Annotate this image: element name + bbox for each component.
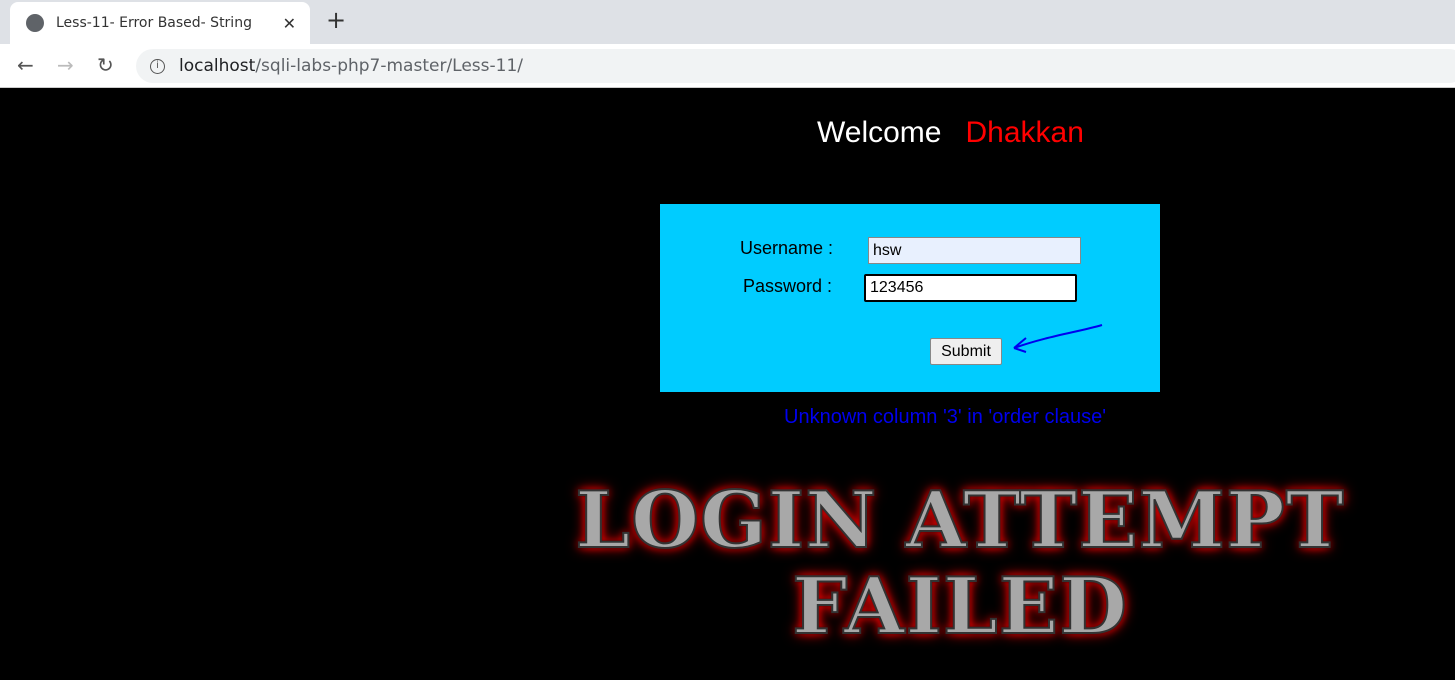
username-input[interactable] xyxy=(868,237,1081,264)
banner-line-2: FAILED xyxy=(791,561,1128,652)
forward-icon[interactable]: → xyxy=(57,53,74,77)
banner-line-1: LOGIN ATTEMPT xyxy=(574,475,1345,566)
tab-title: Less-11- Error Based- String xyxy=(56,15,252,31)
globe-icon xyxy=(26,14,44,32)
reload-icon[interactable]: ↻ xyxy=(97,53,114,77)
browser-tab[interactable]: Less-11- Error Based- String ✕ xyxy=(10,2,310,44)
submit-button[interactable]: Submit xyxy=(930,338,1002,365)
login-form: Username : Password : Submit xyxy=(660,204,1160,392)
browser-toolbar: ← → ↻ i localhost/sqli-labs-php7-master/… xyxy=(0,44,1455,88)
annotation-arrow-icon xyxy=(1013,324,1103,353)
welcome-text: Welcome xyxy=(817,116,942,149)
password-label: Password : xyxy=(743,276,833,296)
new-tab-button[interactable]: + xyxy=(326,6,346,34)
welcome-heading: Welcome Dhakkan xyxy=(817,116,1084,150)
url-path: /sqli-labs-php7-master/Less-11/ xyxy=(255,56,524,76)
password-input[interactable] xyxy=(864,274,1077,302)
welcome-name: Dhakkan xyxy=(965,116,1084,149)
error-message: Unknown column '3' in 'order clause' xyxy=(784,406,1107,428)
url-host: localhost xyxy=(179,56,256,76)
close-icon[interactable]: ✕ xyxy=(283,14,296,33)
address-bar[interactable]: i localhost/sqli-labs-php7-master/Less-1… xyxy=(136,49,1455,83)
info-icon[interactable]: i xyxy=(150,58,165,74)
tab-strip: Less-11- Error Based- String ✕ + xyxy=(0,0,1455,44)
username-label: Username : xyxy=(740,238,834,258)
login-failed-banner: LOGIN ATTEMPT FAILED xyxy=(540,475,1380,652)
back-icon[interactable]: ← xyxy=(17,53,34,77)
